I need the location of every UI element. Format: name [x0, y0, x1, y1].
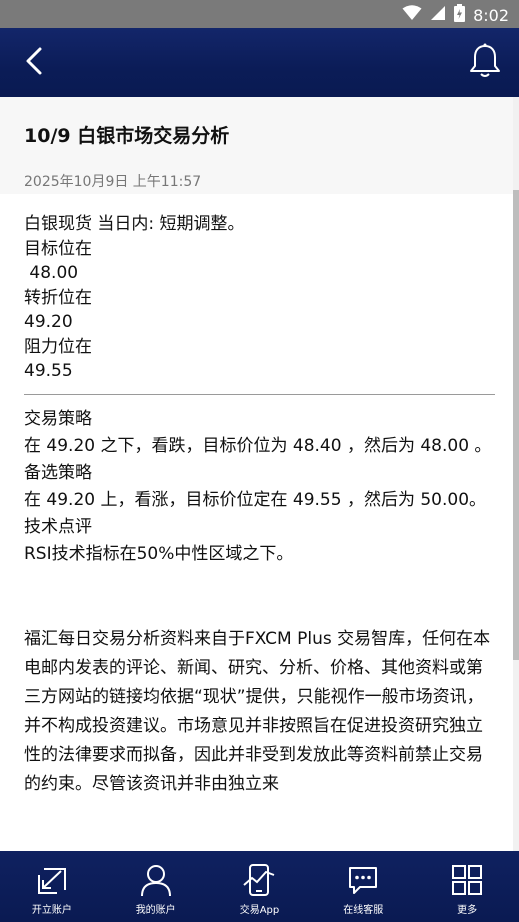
notifications-button[interactable]: [465, 28, 505, 97]
target-value: 48.00: [24, 263, 79, 283]
nav-trading-app[interactable]: 交易App: [208, 851, 312, 922]
grid-icon: [450, 863, 484, 897]
disclaimer-text: 福汇每日交易分析资料来自于FXCM Plus 交易智库，任何在本电邮内发表的评论…: [24, 628, 491, 794]
nav-open-account[interactable]: 开立账户: [0, 851, 104, 922]
strategy-heading: 交易策略: [24, 408, 92, 429]
resistance-value: 49.55: [24, 361, 73, 381]
nav-label: 在线客服: [343, 905, 384, 916]
technical-text: RSI技术指标在50%中性区域之下。: [24, 543, 294, 564]
summary-line: 白银现货 当日内: 短期调整。: [24, 214, 245, 234]
scrollbar-thumb[interactable]: [513, 190, 519, 660]
user-icon: [139, 863, 173, 897]
bell-icon: [469, 43, 501, 83]
pivot-label: 转折位在: [24, 287, 92, 308]
nav-label: 我的账户: [135, 905, 176, 916]
chat-icon: [346, 863, 380, 897]
article-content[interactable]: 10/9 白银市场交易分析 2025年10月9日 上午11:57 白银现货 当日…: [0, 97, 519, 851]
status-bar: 8:02: [0, 0, 519, 28]
resistance-label: 阻力位在: [24, 336, 92, 357]
alt-strategy-heading: 备选策略: [24, 462, 92, 483]
nav-label: 更多: [457, 905, 478, 916]
divider: [24, 393, 495, 395]
technical-heading: 技术点评: [24, 516, 92, 537]
strategy-text: 在 49.20 之下，看跌，目标价位为 48.40 ，然后为 48.00 。: [24, 435, 492, 456]
article-title: 10/9 白银市场交易分析: [24, 125, 230, 147]
article-date: 2025年10月9日 上午11:57: [24, 174, 202, 190]
app-header: [0, 28, 519, 97]
pivot-value: 49.20: [24, 312, 73, 332]
signal-icon: [430, 5, 446, 25]
article-header: 10/9 白银市场交易分析 2025年10月9日 上午11:57: [0, 97, 519, 194]
chevron-left-icon: [24, 46, 44, 80]
bottom-nav: 开立账户 我的账户 交易App 在线客服 更多: [0, 851, 519, 922]
back-button[interactable]: [14, 28, 54, 97]
trading-app-icon: [242, 863, 276, 897]
nav-more[interactable]: 更多: [415, 851, 519, 922]
alt-strategy-text: 在 49.20 上，看涨，目标价位定在 49.55 ，然后为 50.00。: [24, 489, 487, 510]
target-label: 目标位在: [24, 238, 92, 259]
nav-label: 交易App: [239, 905, 280, 916]
nav-online-service[interactable]: 在线客服: [311, 851, 415, 922]
nav-my-account[interactable]: 我的账户: [104, 851, 208, 922]
status-time: 8:02: [473, 5, 509, 25]
battery-icon: [454, 4, 466, 26]
wifi-icon: [402, 5, 422, 25]
status-icons: 8:02: [402, 4, 509, 26]
open-account-icon: [35, 863, 69, 897]
nav-label: 开立账户: [31, 905, 72, 916]
article-body: 白银现货 当日内: 短期调整。 目标位在 48.00 转折位在 49.20 阻力…: [0, 194, 519, 799]
